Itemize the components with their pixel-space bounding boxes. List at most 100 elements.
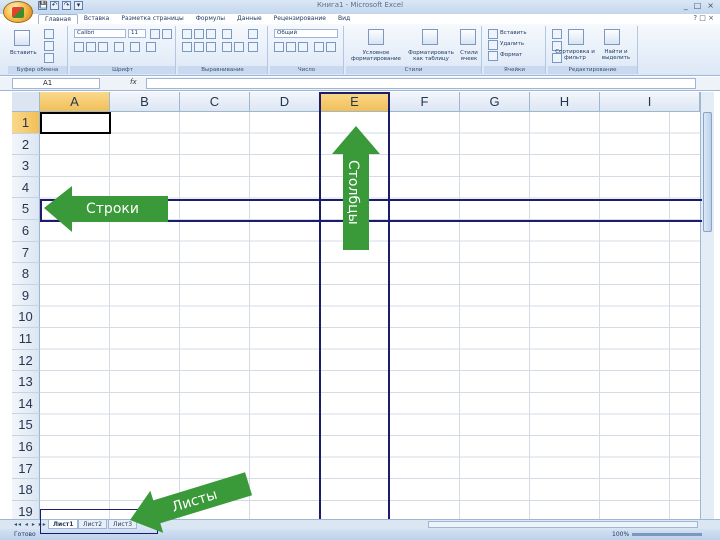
cell-styles-icon[interactable] xyxy=(460,29,476,45)
align-bottom-icon[interactable] xyxy=(206,29,216,39)
percent-icon[interactable] xyxy=(286,42,296,52)
fill-color-icon[interactable] xyxy=(130,42,140,52)
cell-styles-button[interactable]: Стили ячеек xyxy=(456,50,482,62)
sort-filter-icon[interactable] xyxy=(568,29,584,45)
format-cells-icon[interactable] xyxy=(488,51,498,61)
format-as-table-button[interactable]: Форматировать как таблицу xyxy=(406,50,456,62)
merge-cells-icon[interactable] xyxy=(248,42,258,52)
find-select-button[interactable]: Найти и выделить xyxy=(596,49,636,61)
italic-icon[interactable] xyxy=(86,42,96,52)
row-header-4[interactable]: 4 xyxy=(12,176,40,199)
align-middle-icon[interactable] xyxy=(194,29,204,39)
active-cell-a1[interactable] xyxy=(40,112,111,134)
save-icon[interactable]: 💾 xyxy=(38,1,48,10)
ribbon-tab[interactable]: Данные xyxy=(231,14,268,24)
row-header-18[interactable]: 18 xyxy=(12,479,40,501)
sort-filter-button[interactable]: Сортировка и фильтр xyxy=(554,49,596,61)
row-header-5[interactable]: 5 xyxy=(12,198,40,220)
row-header-14[interactable]: 14 xyxy=(12,392,40,415)
zoom-slider[interactable] xyxy=(632,533,702,536)
row-header-11[interactable]: 11 xyxy=(12,328,40,350)
row-header-15[interactable]: 15 xyxy=(12,414,40,436)
row-header-8[interactable]: 8 xyxy=(12,263,40,285)
horizontal-scrollbar[interactable] xyxy=(428,521,698,528)
autosum-icon[interactable] xyxy=(552,29,562,39)
find-select-icon[interactable] xyxy=(604,29,620,45)
decrease-indent-icon[interactable] xyxy=(222,42,232,52)
row-header-1[interactable]: 1 xyxy=(12,112,40,134)
format-painter-icon[interactable] xyxy=(44,53,54,63)
column-header-f[interactable]: F xyxy=(390,92,460,112)
align-right-icon[interactable] xyxy=(206,42,216,52)
undo-icon[interactable]: ↶ xyxy=(50,1,59,10)
bold-icon[interactable] xyxy=(74,42,84,52)
insert-cells-button[interactable]: Вставить xyxy=(500,30,527,36)
row-header-3[interactable]: 3 xyxy=(12,155,40,177)
zoom-level[interactable]: 100% xyxy=(612,529,629,540)
format-cells-button[interactable]: Формат xyxy=(500,52,522,58)
insert-function-icon[interactable]: fx xyxy=(130,78,137,86)
column-header-i[interactable]: I xyxy=(600,92,700,112)
row-header-6[interactable]: 6 xyxy=(12,220,40,242)
redo-icon[interactable]: ↷ xyxy=(62,1,71,10)
ribbon-tab[interactable]: Формулы xyxy=(190,14,231,24)
column-header-d[interactable]: D xyxy=(250,92,320,112)
wrap-text-icon[interactable] xyxy=(248,29,258,39)
orientation-icon[interactable] xyxy=(222,29,232,39)
delete-cells-button[interactable]: Удалить xyxy=(500,41,524,47)
format-as-table-icon[interactable] xyxy=(422,29,438,45)
row-header-10[interactable]: 10 xyxy=(12,306,40,328)
vertical-scroll-thumb[interactable] xyxy=(703,112,712,232)
row-header-17[interactable]: 17 xyxy=(12,457,40,480)
help-icon[interactable]: ? □ × xyxy=(693,14,714,22)
font-name-select[interactable]: Calibri xyxy=(74,29,126,38)
increase-indent-icon[interactable] xyxy=(234,42,244,52)
ribbon-tab[interactable]: Главная xyxy=(38,14,78,24)
row-header-2[interactable]: 2 xyxy=(12,133,40,156)
font-color-icon[interactable] xyxy=(146,42,156,52)
row-header-12[interactable]: 12 xyxy=(12,349,40,372)
ribbon-tab[interactable]: Разметка страницы xyxy=(115,14,189,24)
maximize-button[interactable]: □ xyxy=(694,1,702,10)
minimize-button[interactable]: _ xyxy=(684,1,688,10)
select-all-button[interactable] xyxy=(12,92,40,112)
underline-icon[interactable] xyxy=(98,42,108,52)
column-header-a[interactable]: A xyxy=(40,92,110,112)
name-box[interactable]: A1 xyxy=(12,78,100,89)
comma-style-icon[interactable] xyxy=(298,42,308,52)
number-format-select[interactable]: Общий xyxy=(274,29,338,38)
ribbon-tab[interactable]: Рецензирование xyxy=(268,14,332,24)
vertical-scrollbar[interactable] xyxy=(700,92,714,520)
column-header-c[interactable]: C xyxy=(180,92,250,112)
increase-decimal-icon[interactable] xyxy=(314,42,324,52)
align-center-icon[interactable] xyxy=(194,42,204,52)
office-button[interactable] xyxy=(3,1,33,23)
row-header-16[interactable]: 16 xyxy=(12,436,40,458)
insert-cells-icon[interactable] xyxy=(488,29,498,39)
row-header-9[interactable]: 9 xyxy=(12,284,40,307)
align-top-icon[interactable] xyxy=(182,29,192,39)
font-size-select[interactable]: 11 xyxy=(128,29,146,38)
align-left-icon[interactable] xyxy=(182,42,192,52)
delete-cells-icon[interactable] xyxy=(488,40,498,50)
column-header-b[interactable]: B xyxy=(110,92,180,112)
formula-input[interactable] xyxy=(146,78,696,89)
conditional-formatting-icon[interactable] xyxy=(368,29,384,45)
conditional-formatting-button[interactable]: Условное форматирование xyxy=(348,50,404,62)
shrink-font-icon[interactable] xyxy=(162,29,172,39)
ribbon-tab[interactable]: Вид xyxy=(332,14,356,24)
customize-qat-icon[interactable]: ▾ xyxy=(74,1,83,10)
paste-button[interactable]: Вставить xyxy=(10,50,37,56)
borders-icon[interactable] xyxy=(114,42,124,52)
ribbon-tab[interactable]: Вставка xyxy=(78,14,115,24)
column-header-g[interactable]: G xyxy=(460,92,530,112)
row-header-7[interactable]: 7 xyxy=(12,241,40,264)
column-header-h[interactable]: H xyxy=(530,92,600,112)
decrease-decimal-icon[interactable] xyxy=(326,42,336,52)
cut-icon[interactable] xyxy=(44,29,54,39)
grow-font-icon[interactable] xyxy=(150,29,160,39)
copy-icon[interactable] xyxy=(44,41,54,51)
paste-icon[interactable] xyxy=(14,30,30,46)
currency-icon[interactable] xyxy=(274,42,284,52)
close-button[interactable]: × xyxy=(707,1,714,10)
